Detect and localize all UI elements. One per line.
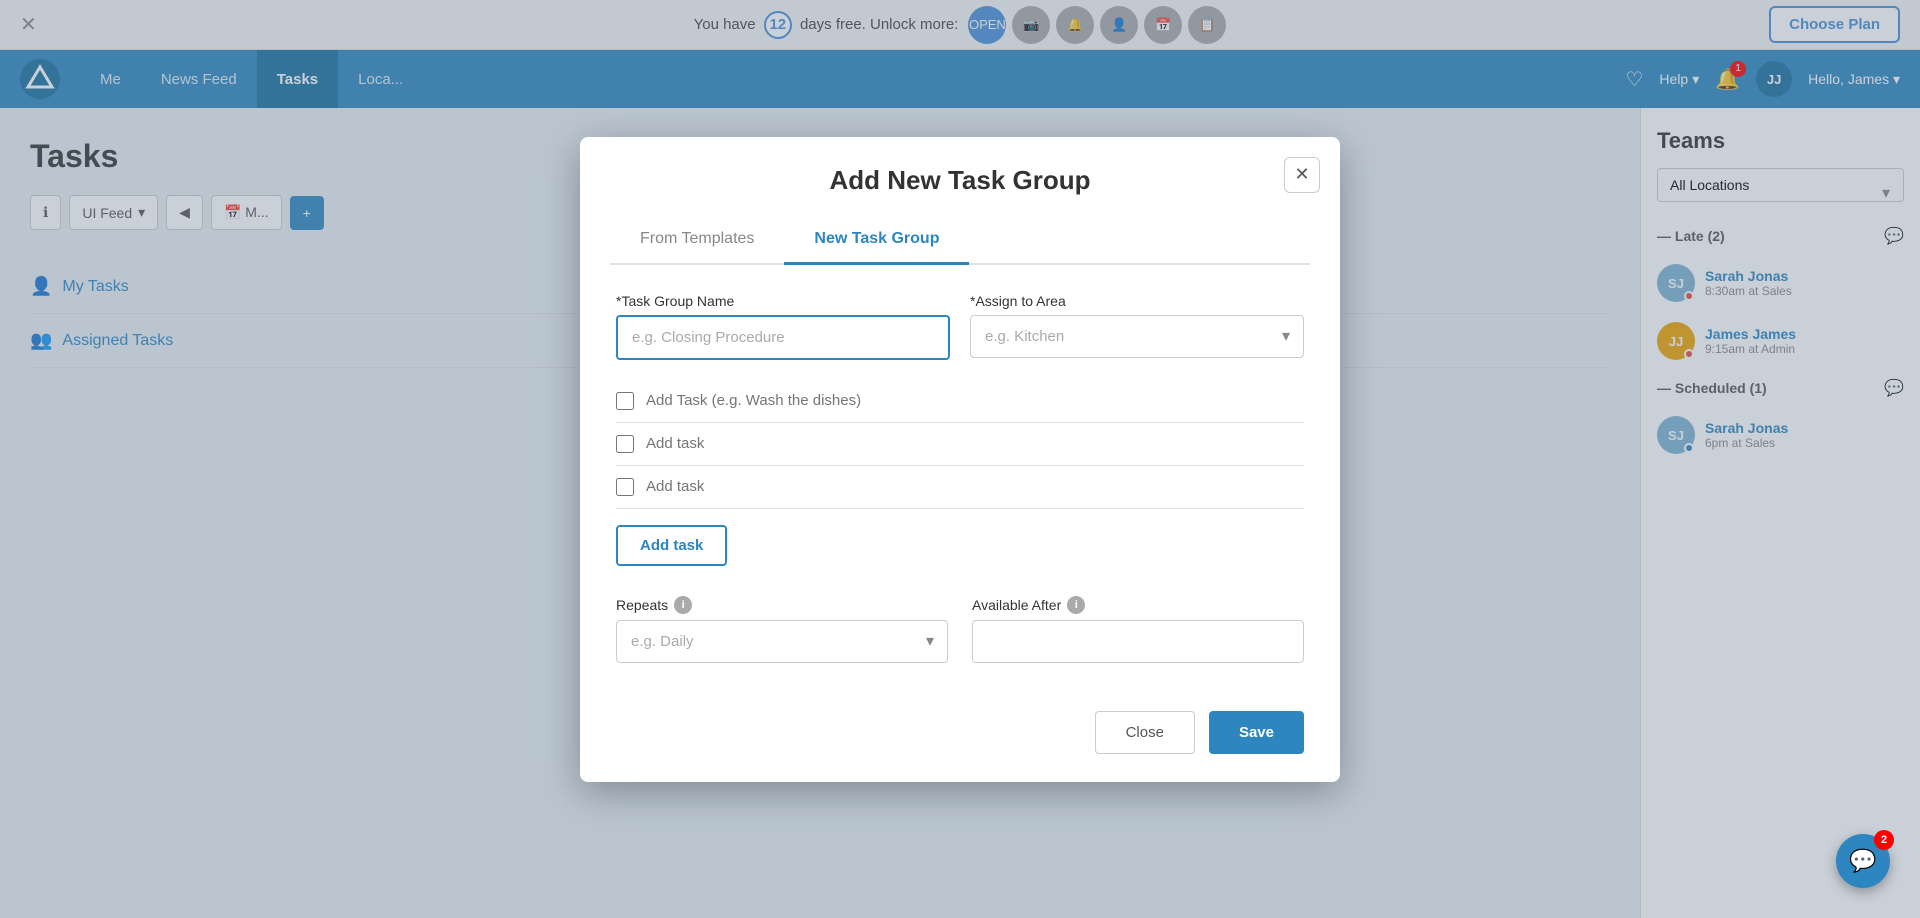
assign-area-select[interactable]: e.g. Kitchen [970, 315, 1304, 358]
modal-tabs: From Templates New Task Group [610, 216, 1310, 265]
form-row-names: *Task Group Name *Assign to Area e.g. Ki… [616, 293, 1304, 360]
task-checkbox-0[interactable] [616, 392, 634, 410]
add-task-button[interactable]: Add task [616, 525, 727, 566]
available-after-info-icon[interactable]: i [1067, 596, 1085, 614]
chat-bubble-badge: 2 [1874, 830, 1894, 850]
bottom-form-row: Repeats i e.g. Daily Available After i 1… [616, 596, 1304, 663]
assign-area-label: *Assign to Area [970, 293, 1304, 309]
task-group-name-group: *Task Group Name [616, 293, 950, 360]
repeats-select[interactable]: e.g. Daily [616, 620, 948, 663]
available-after-input[interactable]: 12:00 AM [972, 620, 1304, 663]
repeats-label: Repeats i [616, 596, 948, 614]
task-row-0 [616, 380, 1304, 423]
modal-save-button[interactable]: Save [1209, 711, 1304, 754]
modal-close-button[interactable]: ✕ [1284, 157, 1320, 193]
task-checkbox-1[interactable] [616, 435, 634, 453]
modal-close-footer-button[interactable]: Close [1095, 711, 1195, 754]
task-row-1 [616, 423, 1304, 466]
chat-bubble[interactable]: 💬 2 [1836, 834, 1890, 888]
modal-header: Add New Task Group ✕ From Templates New … [580, 137, 1340, 265]
task-input-2[interactable] [646, 478, 1304, 495]
tab-new-task-group[interactable]: New Task Group [784, 216, 969, 265]
chat-bubble-icon: 💬 [1849, 848, 1876, 874]
task-input-0[interactable] [646, 392, 1304, 409]
task-group-name-input[interactable] [616, 315, 950, 360]
repeats-info-icon[interactable]: i [674, 596, 692, 614]
task-checkbox-2[interactable] [616, 478, 634, 496]
repeats-group: Repeats i e.g. Daily [616, 596, 948, 663]
task-input-1[interactable] [646, 435, 1304, 452]
available-after-group: Available After i 12:00 AM [972, 596, 1304, 663]
task-row-2 [616, 466, 1304, 509]
assign-area-group: *Assign to Area e.g. Kitchen [970, 293, 1304, 360]
task-group-name-label: *Task Group Name [616, 293, 950, 309]
tab-from-templates[interactable]: From Templates [610, 216, 784, 265]
repeats-select-wrapper: e.g. Daily [616, 620, 948, 663]
add-task-group-modal: Add New Task Group ✕ From Templates New … [580, 137, 1340, 782]
available-after-label: Available After i [972, 596, 1304, 614]
modal-body: *Task Group Name *Assign to Area e.g. Ki… [580, 265, 1340, 691]
modal-footer: Close Save [580, 691, 1340, 782]
task-list [616, 380, 1304, 509]
modal-title: Add New Task Group [610, 165, 1310, 196]
assign-area-select-wrapper: e.g. Kitchen [970, 315, 1304, 358]
